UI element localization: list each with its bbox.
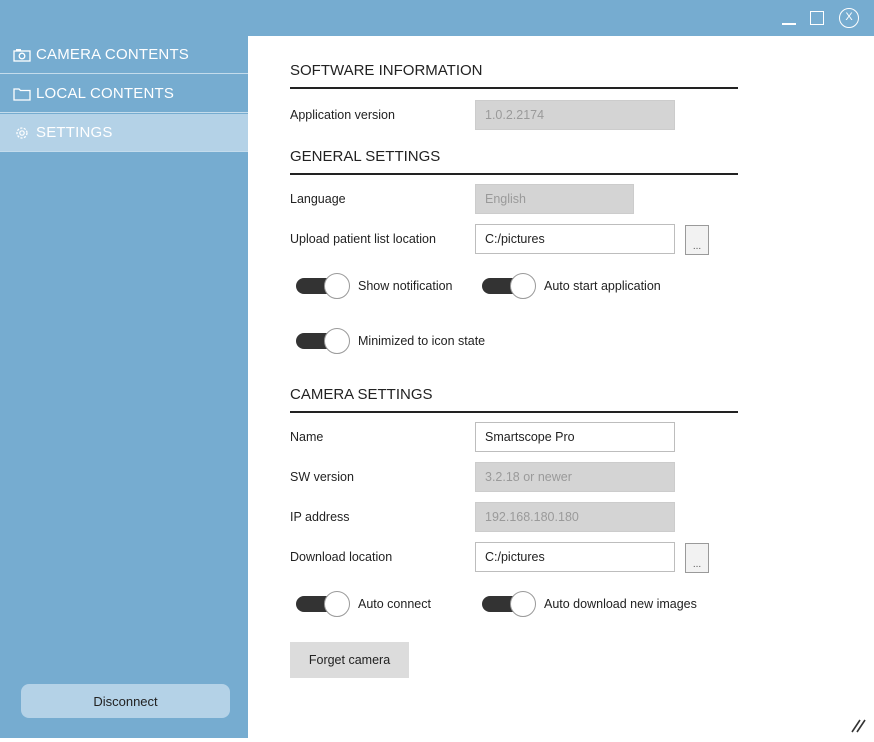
ip-address-field: 192.168.180.180 bbox=[475, 502, 675, 532]
camera-icon bbox=[12, 47, 32, 63]
forget-camera-button[interactable]: Forget camera bbox=[290, 642, 409, 678]
toggle-label: Auto start application bbox=[544, 279, 661, 293]
minimized-toggle[interactable]: Minimized to icon state bbox=[296, 328, 485, 354]
close-button[interactable]: X bbox=[838, 7, 860, 29]
auto-download-toggle[interactable]: Auto download new images bbox=[482, 591, 697, 617]
camera-settings-title: CAMERA SETTINGS bbox=[290, 386, 738, 413]
download-location-browse-button[interactable]: ... bbox=[685, 543, 709, 573]
disconnect-button[interactable]: Disconnect bbox=[21, 684, 230, 718]
toggle-switch bbox=[296, 328, 350, 354]
toggle-switch bbox=[296, 591, 350, 617]
toggle-switch bbox=[296, 273, 350, 299]
folder-icon bbox=[12, 86, 32, 102]
general-settings-title: GENERAL SETTINGS bbox=[290, 148, 738, 175]
maximize-icon bbox=[810, 11, 824, 25]
application-version-field: 1.0.2.2174 bbox=[475, 100, 675, 130]
language-field: English bbox=[475, 184, 634, 214]
upload-location-label: Upload patient list location bbox=[290, 232, 436, 246]
resize-grip-icon[interactable] bbox=[846, 712, 868, 734]
maximize-button[interactable] bbox=[808, 7, 826, 29]
ip-address-label: IP address bbox=[290, 510, 350, 524]
toggle-label: Auto download new images bbox=[544, 597, 697, 611]
application-version-label: Application version bbox=[290, 108, 395, 122]
close-icon: X bbox=[839, 8, 859, 28]
toggle-switch bbox=[482, 591, 536, 617]
sidebar-item-local-contents[interactable]: LOCAL CONTENTS bbox=[0, 75, 248, 113]
camera-name-input[interactable]: Smartscope Pro bbox=[475, 422, 675, 452]
sidebar-item-label: CAMERA CONTENTS bbox=[36, 46, 190, 63]
sidebar-item-label: LOCAL CONTENTS bbox=[36, 85, 175, 102]
minimize-button[interactable] bbox=[780, 7, 798, 29]
minimize-icon bbox=[782, 23, 796, 25]
toggle-label: Show notification bbox=[358, 279, 453, 293]
show-notification-toggle[interactable]: Show notification bbox=[296, 273, 453, 299]
sw-version-label: SW version bbox=[290, 470, 354, 484]
download-location-input[interactable]: C:/pictures bbox=[475, 542, 675, 572]
sw-version-field: 3.2.18 or newer bbox=[475, 462, 675, 492]
sidebar-item-settings[interactable]: SETTINGS bbox=[0, 114, 248, 152]
software-information-title: SOFTWARE INFORMATION bbox=[290, 62, 738, 89]
settings-window: X CAMERA CONTENTS LOCAL CONTENTS SETTING… bbox=[0, 0, 874, 742]
sidebar-item-label: SETTINGS bbox=[36, 124, 113, 141]
toggle-switch bbox=[482, 273, 536, 299]
gear-icon bbox=[12, 125, 32, 141]
auto-connect-toggle[interactable]: Auto connect bbox=[296, 591, 431, 617]
upload-location-input[interactable]: C:/pictures bbox=[475, 224, 675, 254]
language-label: Language bbox=[290, 192, 346, 206]
auto-start-toggle[interactable]: Auto start application bbox=[482, 273, 661, 299]
toggle-label: Auto connect bbox=[358, 597, 431, 611]
toggle-label: Minimized to icon state bbox=[358, 334, 486, 348]
camera-name-label: Name bbox=[290, 430, 324, 444]
settings-panel: SOFTWARE INFORMATION Application version… bbox=[248, 36, 874, 742]
sidebar: CAMERA CONTENTS LOCAL CONTENTS SETTINGS … bbox=[0, 36, 248, 738]
sidebar-item-camera-contents[interactable]: CAMERA CONTENTS bbox=[0, 36, 248, 74]
download-location-label: Download location bbox=[290, 550, 393, 564]
upload-location-browse-button[interactable]: ... bbox=[685, 225, 709, 255]
title-bar[interactable]: X bbox=[0, 0, 874, 36]
